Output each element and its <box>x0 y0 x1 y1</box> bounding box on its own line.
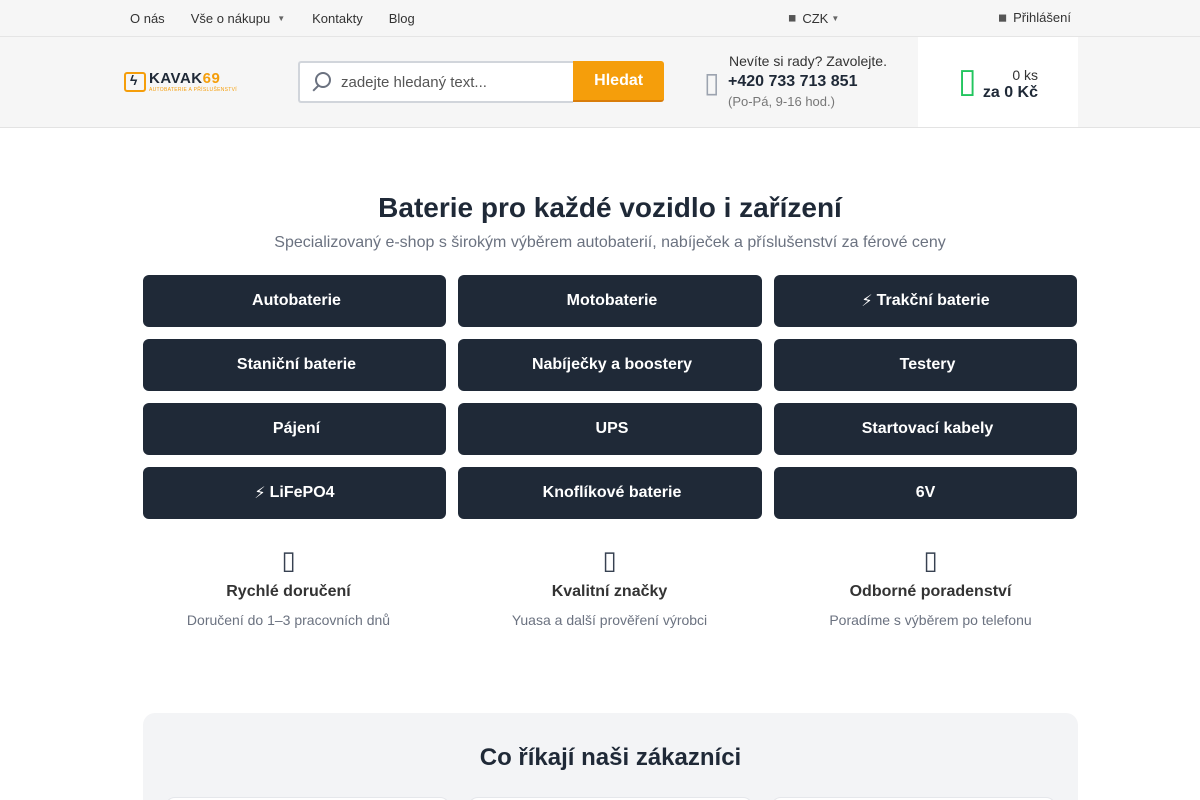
category-label: Startovací kabely <box>861 420 994 437</box>
currency-icon: ◼ <box>788 12 797 24</box>
category-label: Motobaterie <box>566 292 658 309</box>
search-button[interactable]: Hledat <box>573 61 664 102</box>
cart-icon: ▯ <box>958 62 977 100</box>
feature-desc: Poradíme s výběrem po telefonu <box>829 612 1032 628</box>
category-car-batteries[interactable]: Autobaterie <box>143 275 446 327</box>
nav-contacts[interactable]: Kontakty <box>312 11 363 26</box>
currency-selector[interactable]: ◼ CZK ▼ <box>788 0 839 36</box>
feature-fast-delivery: ▯ Rychlé doručení Doručení do 1–3 pracov… <box>128 545 449 628</box>
login-label: Přihlášení <box>1013 9 1071 25</box>
badge-icon: ▯ <box>602 545 617 575</box>
nav-contacts-label: Kontakty <box>312 10 363 26</box>
category-label: Knoflíkové baterie <box>542 484 682 501</box>
phone-icon: ▯ <box>704 66 720 98</box>
nav-about[interactable]: O nás <box>130 11 165 26</box>
category-label: 6V <box>915 484 936 501</box>
cart-count: 0 ks <box>1012 67 1038 83</box>
battery-logo-icon <box>124 72 146 92</box>
category-label: Staniční baterie <box>236 356 357 373</box>
feature-expert-advice: ▯ Odborné poradenství Poradíme s výběrem… <box>770 545 1091 628</box>
search-input[interactable] <box>341 73 561 91</box>
logo-number: 69 <box>202 70 221 87</box>
reviews-section: Co říkají naši zákazníci <box>143 713 1078 800</box>
header: KAVAK69 AUTOBATERIE A PŘÍSLUŠENSTVÍ Hled… <box>0 37 1200 128</box>
chevron-down-icon: ▼ <box>831 13 840 23</box>
logo-subtitle: AUTOBATERIE A PŘÍSLUŠENSTVÍ <box>149 87 237 93</box>
nav-shopping-info-label: Vše o nákupu <box>190 10 271 26</box>
category-lifepo4[interactable]: ⚡ LiFePO4 <box>143 467 446 519</box>
feature-title: Rychlé doručení <box>226 583 351 600</box>
category-chargers-boosters[interactable]: Nabíječky a boostery <box>458 339 762 391</box>
lightning-icon: ⚡ <box>861 293 873 310</box>
feature-desc: Doručení do 1–3 pracovních dnů <box>186 612 391 628</box>
nav-blog-label: Blog <box>388 10 415 26</box>
truck-icon: ▯ <box>281 545 296 575</box>
category-6v[interactable]: 6V <box>774 467 1077 519</box>
top-navigation: O nás Vše o nákupu ▼ Kontakty Blog <box>130 0 415 36</box>
logo-name: KAVAK <box>149 70 203 87</box>
feature-desc: Yuasa a další prověření výrobci <box>511 612 708 628</box>
search-form: Hledat <box>298 61 664 103</box>
category-ups[interactable]: UPS <box>458 403 762 455</box>
cart-info: 0 ks za 0 Kč <box>983 67 1038 102</box>
category-stationary-batteries[interactable]: Staniční baterie <box>143 339 446 391</box>
headset-icon: ▯ <box>923 545 938 575</box>
category-traction-batteries[interactable]: ⚡ Trakční baterie <box>774 275 1077 327</box>
page-subtitle: Specializovaný e-shop s širokým výběrem … <box>274 234 946 251</box>
category-label: Testery <box>899 356 956 373</box>
search-icon <box>310 71 332 93</box>
nav-blog[interactable]: Blog <box>389 11 415 26</box>
category-label: Nabíječky a boostery <box>531 356 693 373</box>
user-icon: ◼ <box>998 11 1008 24</box>
category-moto-batteries[interactable]: Motobaterie <box>458 275 762 327</box>
category-button-batteries[interactable]: Knoflíkové baterie <box>458 467 762 519</box>
help-question: Nevíte si rady? Zavolejte. <box>729 53 887 69</box>
cart-button[interactable]: ▯ 0 ks za 0 Kč <box>918 37 1078 127</box>
feature-title: Kvalitní značky <box>551 583 668 600</box>
category-testers[interactable]: Testery <box>774 339 1077 391</box>
help-text: Nevíte si rady? Zavolejte. +420 733 713 … <box>728 53 887 109</box>
nav-shopping-info[interactable]: Vše o nákupu ▼ <box>191 11 285 26</box>
help-phone-number[interactable]: +420 733 713 851 <box>728 73 887 91</box>
logo-main: KAVAK69 <box>149 71 237 86</box>
feature-title: Odborné poradenství <box>849 583 1012 600</box>
login-link[interactable]: ◼ Přihlášení <box>998 0 1071 34</box>
page-title: Baterie pro každé vozidlo i zařízení <box>378 192 842 223</box>
category-jump-cables[interactable]: Startovací kabely <box>774 403 1077 455</box>
logo-text: KAVAK69 AUTOBATERIE A PŘÍSLUŠENSTVÍ <box>149 71 237 93</box>
search-box[interactable] <box>298 61 574 103</box>
lightning-icon: ⚡ <box>254 485 266 502</box>
phone-help: ▯ Nevíte si rady? Zavolejte. +420 733 71… <box>704 53 887 109</box>
feature-quality-brands: ▯ Kvalitní značky Yuasa a další prověřen… <box>449 545 770 628</box>
category-label: Pájení <box>272 420 321 437</box>
currency-label: CZK <box>802 10 829 26</box>
nav-about-label: O nás <box>130 10 165 26</box>
chevron-down-icon: ▼ <box>277 13 286 23</box>
features: ▯ Rychlé doručení Doručení do 1–3 pracov… <box>128 545 1092 628</box>
category-label: Autobaterie <box>252 292 341 309</box>
logo[interactable]: KAVAK69 AUTOBATERIE A PŘÍSLUŠENSTVÍ <box>124 69 237 95</box>
category-soldering[interactable]: Pájení <box>143 403 446 455</box>
top-bar: O nás Vše o nákupu ▼ Kontakty Blog ◼ CZK … <box>0 0 1200 37</box>
category-label: UPS <box>595 420 629 437</box>
help-hours: (Po-Pá, 9-16 hod.) <box>728 94 835 109</box>
category-label: Trakční baterie <box>876 292 990 309</box>
cart-price: za 0 Kč <box>982 84 1038 101</box>
category-label: LiFePO4 <box>269 484 335 501</box>
reviews-title: Co říkají naši zákazníci <box>479 744 742 771</box>
category-grid: Autobaterie Motobaterie ⚡ Trakční baterie… <box>143 275 1077 519</box>
